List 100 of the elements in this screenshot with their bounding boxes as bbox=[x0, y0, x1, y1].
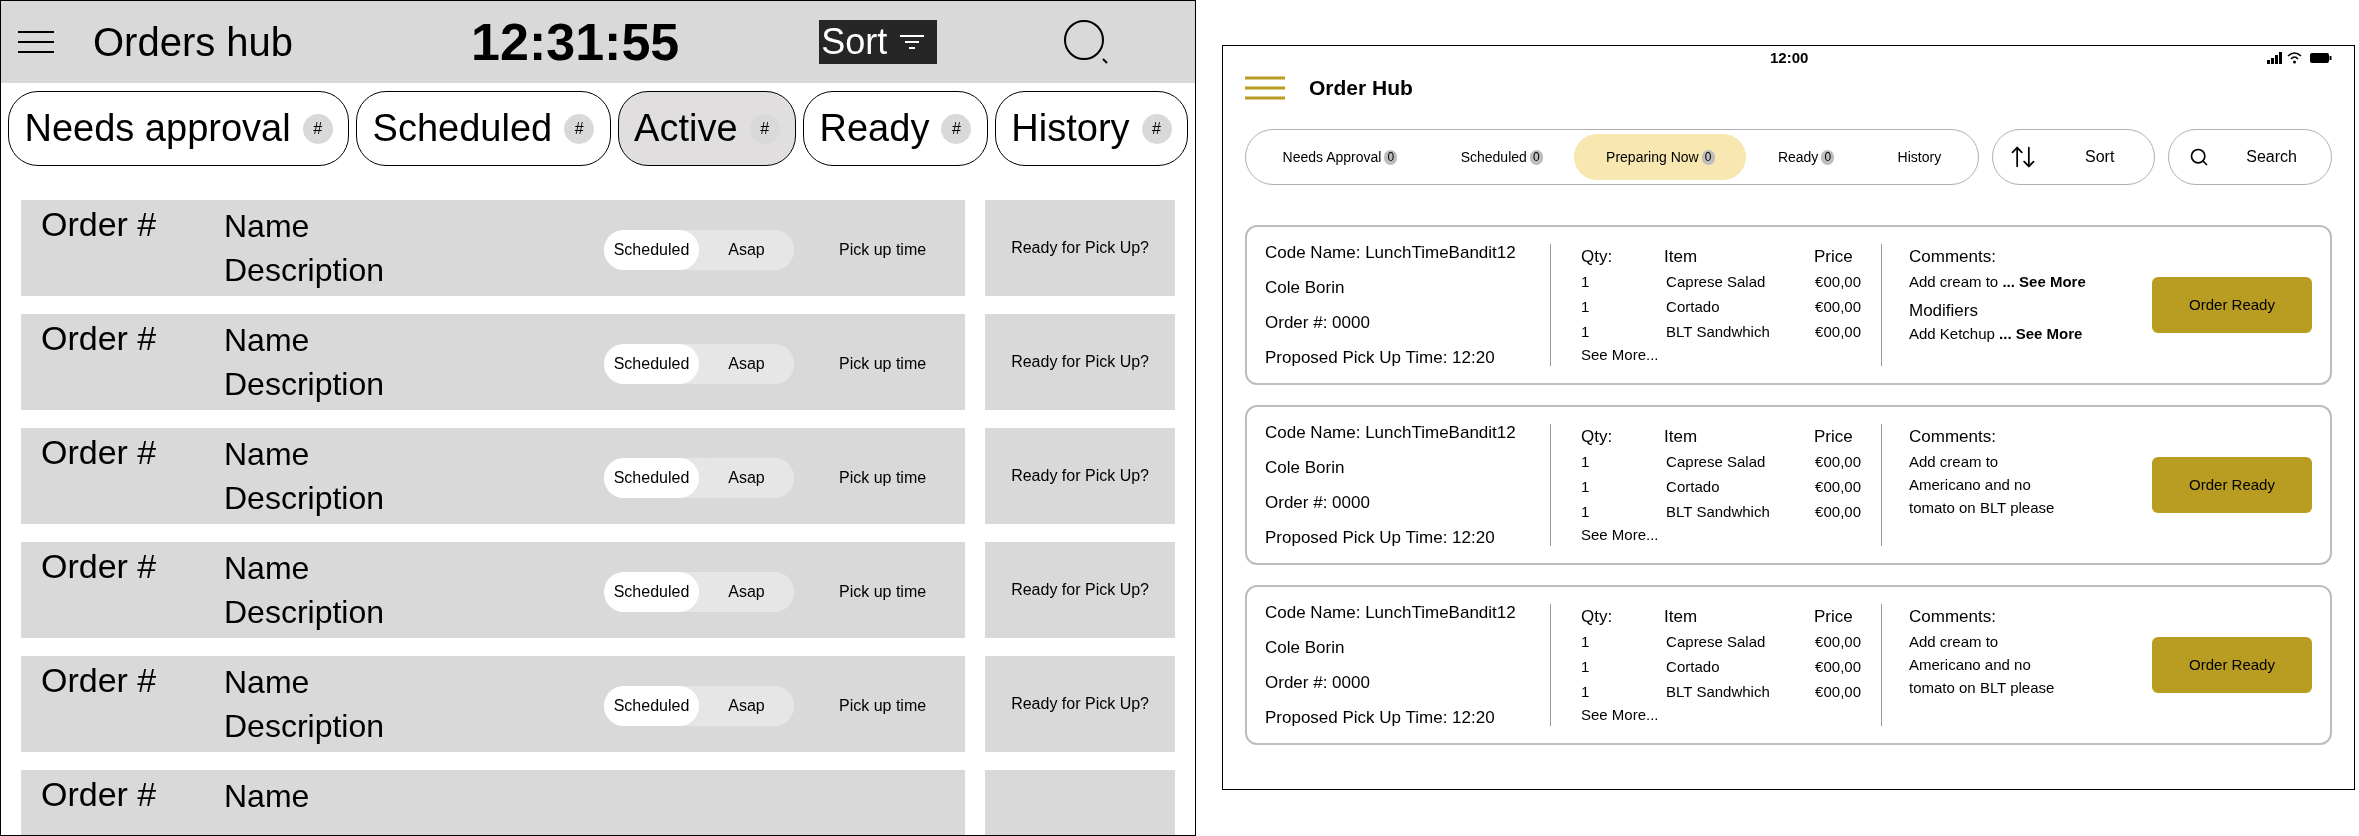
wifi-icon bbox=[2287, 52, 2302, 64]
comment-text: Add cream to Americano and no tomato on BLT please bbox=[1909, 632, 2056, 698]
search-icon bbox=[2189, 147, 2210, 167]
comments-title: Comments: bbox=[1909, 606, 1997, 628]
price: €00,00 bbox=[1814, 297, 1861, 317]
pickup-time: Pick up time bbox=[839, 354, 927, 374]
tab[interactable]: Scheduled 0 bbox=[1429, 134, 1575, 180]
pickup-time: Pick up time bbox=[839, 582, 927, 602]
quantity: 1 bbox=[1581, 682, 1591, 702]
see-more-link[interactable]: See More... bbox=[1581, 346, 1659, 363]
ready-cell[interactable]: Ready for Pick Up? bbox=[985, 200, 1175, 296]
type-toggle[interactable]: Scheduled Asap bbox=[604, 230, 794, 270]
count-badge: 0 bbox=[1821, 149, 1835, 165]
tab[interactable]: Preparing Now 0 bbox=[1574, 134, 1747, 180]
order-row[interactable]: Order # Name Description Scheduled Asap Pick up time bbox=[21, 542, 966, 638]
count-badge: # bbox=[941, 113, 972, 144]
customer-name: Name bbox=[224, 207, 311, 246]
tab[interactable]: History bbox=[1865, 134, 1973, 180]
count-badge: 0 bbox=[1529, 149, 1543, 165]
column-header: Item bbox=[1664, 245, 1699, 268]
column-header: Qty: bbox=[1581, 605, 1614, 628]
order-number: Order # bbox=[41, 774, 158, 814]
count-badge: 0 bbox=[1701, 149, 1715, 165]
price: €00,00 bbox=[1814, 502, 1861, 522]
quantity: 1 bbox=[1581, 272, 1591, 292]
modifiers-title: Modifiers bbox=[1909, 300, 1979, 322]
price: €00,00 bbox=[1814, 477, 1861, 497]
customer-name: Cole Borin bbox=[1265, 276, 1346, 299]
toggle-option[interactable]: Scheduled bbox=[604, 458, 699, 498]
order-row[interactable]: Order # Name bbox=[21, 770, 966, 835]
ready-cell[interactable]: Ready for Pick Up? bbox=[985, 542, 1175, 638]
order-number: Order # bbox=[41, 318, 158, 358]
count-badge: # bbox=[749, 113, 780, 144]
order-number: Order # bbox=[41, 546, 158, 586]
customer-name: Cole Borin bbox=[1265, 636, 1346, 659]
code-name: Code Name: LunchTimeBandit12 bbox=[1265, 241, 1517, 264]
item-name: Caprese Salad bbox=[1665, 452, 1767, 472]
status-time: 12:00 bbox=[1770, 47, 1809, 68]
see-more-link[interactable]: See More... bbox=[1581, 706, 1659, 723]
toggle-option[interactable]: Scheduled bbox=[604, 572, 699, 612]
tab[interactable]: Ready # bbox=[803, 91, 988, 166]
signal-icon bbox=[2267, 52, 2282, 64]
customer-name: Name bbox=[224, 549, 311, 588]
app-title: Order Hub bbox=[1309, 75, 1413, 102]
order-description: Description bbox=[224, 593, 386, 632]
type-toggle[interactable]: Scheduled Asap bbox=[604, 686, 794, 726]
sort-button[interactable]: Sort bbox=[819, 20, 938, 64]
toggle-option[interactable]: Scheduled bbox=[604, 344, 699, 384]
order-row[interactable]: Order # Name Description Scheduled Asap Pick up time bbox=[21, 428, 966, 524]
code-name: Code Name: LunchTimeBandit12 bbox=[1265, 601, 1517, 624]
order-description: Description bbox=[224, 707, 386, 746]
tab[interactable]: Needs Approval 0 bbox=[1251, 134, 1430, 180]
pickup-time: Pick up time bbox=[839, 696, 927, 716]
order-ready-button[interactable]: Order Ready bbox=[2152, 457, 2312, 513]
tab[interactable]: Active # bbox=[617, 91, 797, 166]
pickup-time: Proposed Pick Up Time: 12:20 bbox=[1265, 706, 1496, 729]
comments-title: Comments: bbox=[1909, 246, 1997, 268]
type-toggle[interactable]: Scheduled Asap bbox=[604, 572, 794, 612]
tab[interactable]: Needs approval # bbox=[8, 91, 350, 166]
column-header: Price bbox=[1814, 425, 1853, 448]
pickup-time: Pick up time bbox=[839, 240, 927, 260]
tab[interactable]: Scheduled # bbox=[356, 91, 611, 166]
type-toggle[interactable]: Scheduled Asap bbox=[604, 458, 794, 498]
toggle-option[interactable]: Scheduled bbox=[604, 686, 699, 726]
pickup-time: Proposed Pick Up Time: 12:20 bbox=[1265, 346, 1496, 369]
order-ready-button[interactable]: Order Ready bbox=[2152, 277, 2312, 333]
count-badge: 0 bbox=[1384, 149, 1398, 165]
menu-icon[interactable] bbox=[18, 30, 54, 54]
item-name: BLT Sandwhich bbox=[1665, 322, 1771, 342]
order-description: Description bbox=[224, 365, 386, 404]
order-number: Order #: 0000 bbox=[1265, 311, 1371, 334]
order-row[interactable]: Order # Name Description Scheduled Asap Pick up time bbox=[21, 314, 966, 410]
see-more-link[interactable]: See More... bbox=[1581, 526, 1659, 543]
clock: 12:31:55 bbox=[471, 16, 680, 68]
customer-name: Name bbox=[224, 663, 311, 702]
ready-cell[interactable]: Ready for Pick Up? bbox=[985, 428, 1175, 524]
count-badge: # bbox=[564, 113, 595, 144]
type-toggle[interactable]: Scheduled Asap bbox=[604, 344, 794, 384]
ready-cell[interactable]: Ready for Pick Up? bbox=[985, 314, 1175, 410]
toggle-option[interactable]: Scheduled bbox=[604, 230, 699, 270]
item-name: BLT Sandwhich bbox=[1665, 682, 1771, 702]
quantity: 1 bbox=[1581, 632, 1591, 652]
order-row[interactable]: Order # Name Description Scheduled Asap Pick up time bbox=[21, 200, 966, 296]
search-icon[interactable] bbox=[1063, 19, 1110, 65]
quantity: 1 bbox=[1581, 452, 1591, 472]
comment-text: Add cream to Americano and no tomato on BLT please bbox=[1909, 452, 2056, 518]
quantity: 1 bbox=[1581, 477, 1591, 497]
order-ready-button[interactable]: Order Ready bbox=[2152, 637, 2312, 693]
tab[interactable]: Ready 0 bbox=[1746, 134, 1866, 180]
item-name: BLT Sandwhich bbox=[1665, 502, 1771, 522]
order-number: Order # bbox=[41, 432, 158, 472]
pickup-time: Proposed Pick Up Time: 12:20 bbox=[1265, 526, 1496, 549]
column-header: Item bbox=[1664, 425, 1699, 448]
battery-icon bbox=[2310, 52, 2332, 64]
ready-cell[interactable]: Ready for Pick Up? bbox=[985, 656, 1175, 752]
order-number: Order # bbox=[41, 660, 158, 700]
quantity: 1 bbox=[1581, 502, 1591, 522]
tab[interactable]: History # bbox=[994, 91, 1188, 166]
order-description: Description bbox=[224, 479, 386, 518]
order-row[interactable]: Order # Name Description Scheduled Asap Pick up time bbox=[21, 656, 966, 752]
